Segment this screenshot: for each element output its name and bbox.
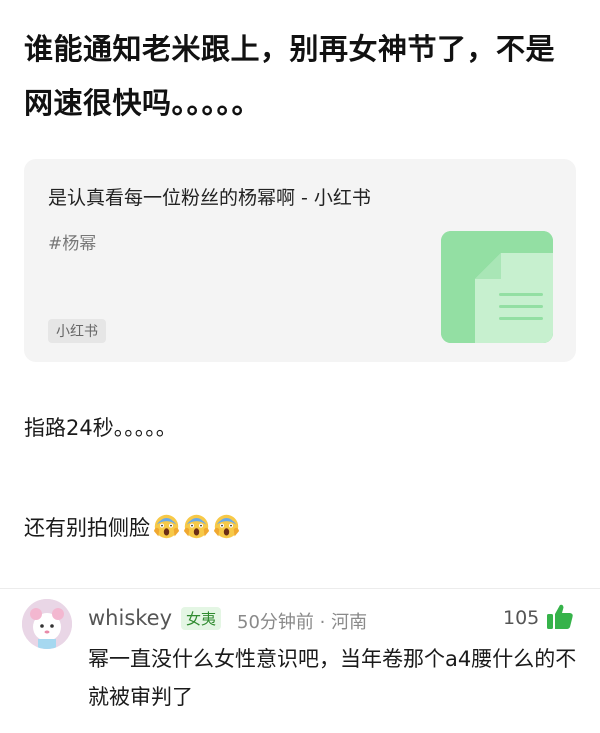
like-count: 105	[503, 607, 540, 629]
comment-time-location: 50分钟前 · 河南	[237, 612, 368, 633]
card-hashtag[interactable]: #杨幂	[48, 229, 96, 254]
body-text-line-1: 指路24秒。。。。。	[24, 416, 177, 440]
scream-emoji-icon	[153, 513, 180, 540]
thumbs-up-icon[interactable]	[545, 602, 575, 632]
post-title: 谁能通知老米跟上，别再女神节了，不是网速很快吗。。。。。	[24, 32, 556, 120]
document-thumbnail-icon	[441, 231, 553, 343]
body-text-line-2: 还有别拍侧脸	[24, 512, 240, 542]
comment-username[interactable]: whiskey	[88, 606, 172, 630]
avatar[interactable]	[22, 599, 72, 649]
card-title: 是认真看每一位粉丝的杨幂啊 - 小红书	[48, 187, 371, 209]
card-source-badge: 小红书	[48, 319, 106, 343]
scream-emoji-icon	[213, 513, 240, 540]
section-divider	[0, 588, 600, 589]
link-share-card[interactable]: 是认真看每一位粉丝的杨幂啊 - 小红书 #杨幂 小红书	[24, 159, 576, 362]
body-text-line-2-label: 还有别拍侧脸	[24, 516, 150, 540]
scream-emoji-icon	[183, 513, 210, 540]
comment-text: 幂一直没什么女性意识吧，当年卷那个a4腰什么的不就被审判了	[88, 647, 577, 709]
user-badge: 女夷	[181, 607, 222, 630]
